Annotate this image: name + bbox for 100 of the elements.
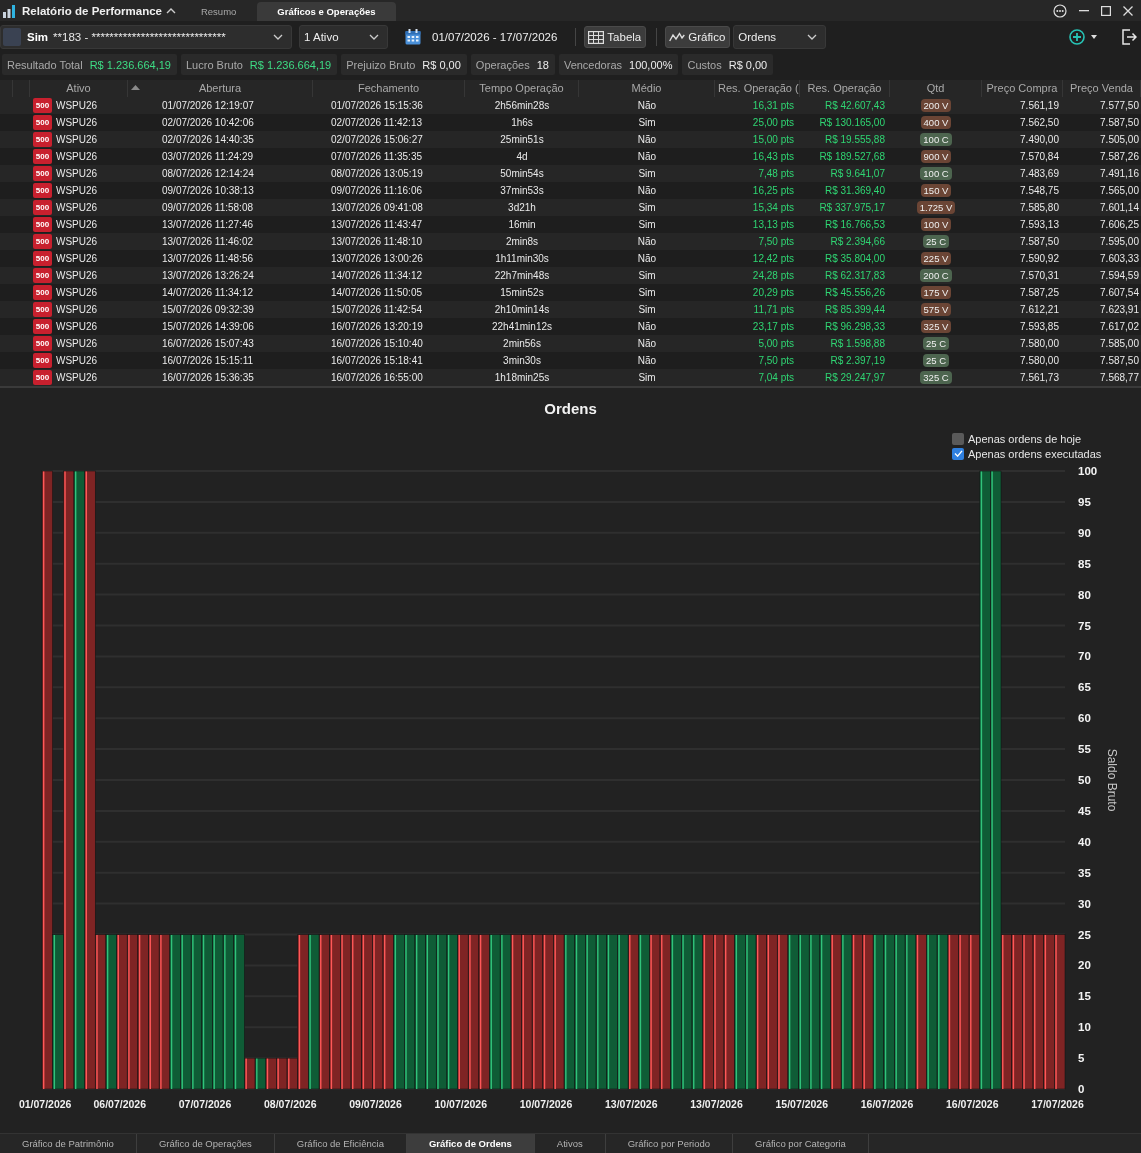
minimize-icon[interactable] — [1079, 9, 1089, 12]
table-row[interactable]: 500 WSPU26 15/07/2026 09:32:39 15/07/2026 11:42:54 2h10min14s Sim 11,71 pts R$ 85.399,44 575 V 7.612,21 7.623,91 — [0, 301, 1141, 318]
table-row[interactable]: 500 WSPU26 02/07/2026 14:40:35 02/07/2026 15:06:27 25min51s Não 15,00 pts R$ 19.555,88 100 C 7.490,00 7.505,00 — [0, 131, 1141, 148]
table-cell: 7.623,91 — [1100, 304, 1139, 315]
table-cell: 14/07/2026 11:50:05 — [331, 287, 422, 298]
table-cell: 13/07/2026 09:41:08 — [331, 202, 423, 213]
y-tick-label: 25 — [1078, 928, 1091, 941]
table-cell: Sim — [638, 304, 656, 315]
asset-select[interactable]: 1 Ativo — [299, 25, 388, 49]
table-cell: 1h6s — [511, 117, 533, 128]
line-chart-icon — [669, 32, 686, 42]
table-cell: 13/07/2026 11:46:02 — [162, 236, 253, 247]
table-cell: 15,00 pts — [752, 134, 794, 145]
tab[interactable]: Gráfico de Operações — [136, 1134, 275, 1153]
table-cell: 02/07/2026 10:42:06 — [162, 117, 254, 128]
x-tick-label: 15/07/2026 — [775, 1098, 829, 1110]
tab[interactable]: Ativos — [534, 1134, 606, 1153]
table-cell: 23,17 pts — [752, 321, 794, 332]
view-toggle-button[interactable]: Tabela — [584, 26, 647, 48]
table-cell: Não — [637, 151, 657, 162]
table-cell: WSPU26 — [56, 355, 98, 366]
y-tick-label: 100 — [1078, 465, 1098, 477]
maximize-icon[interactable] — [1101, 5, 1111, 16]
table-row[interactable]: 500 WSPU26 01/07/2026 12:19:07 01/07/2026 15:15:36 2h56min28s Não 16,31 pts R$ 42.607,43 200 V 7.561,19 7.577,50 — [0, 97, 1141, 114]
table-cell: 20,29 pts — [752, 287, 794, 298]
table-cell: R$ 62.317,83 — [824, 270, 885, 281]
table-cell: 7,04 pts — [758, 372, 794, 383]
quantity-badge: 575 V — [920, 303, 952, 316]
y-tick-label: 20 — [1078, 959, 1091, 972]
table-cell: 7.568,77 — [1100, 372, 1139, 383]
table-cell: 2h56min28s — [494, 100, 550, 111]
chart-type-select[interactable]: Ordens — [733, 25, 827, 49]
table-row[interactable]: 500 WSPU26 16/07/2026 15:07:43 16/07/2026 15:10:40 2min56s Não 5,00 pts R$ 1.598,88 25 C 7.580,00 7.585,00 — [0, 335, 1141, 352]
x-tick-label: 13/07/2026 — [605, 1098, 658, 1110]
table-row[interactable]: 500 WSPU26 08/07/2026 12:14:24 08/07/2026 13:05:19 50min54s Sim 7,48 pts R$ 9.641,07 100 C 7.483,69 7.491,16 — [0, 165, 1141, 182]
account-select[interactable]: Sim **183 - ****************************** — [0, 25, 292, 49]
table-row[interactable]: 500 WSPU26 09/07/2026 11:58:08 13/07/2026 09:41:08 3d21h Sim 15,34 pts R$ 337.975,17 1.725 V 7.585,80 7.601,14 — [0, 199, 1141, 216]
table-cell: 7.587,25 — [1020, 287, 1059, 298]
filter-checkbox[interactable]: Apenas ordens de hoje — [952, 431, 1082, 446]
stat-label: Vencedoras — [563, 58, 622, 71]
index-badge: 500 — [33, 115, 52, 130]
table-cell: 2min56s — [503, 338, 541, 349]
more-icon[interactable] — [1053, 3, 1067, 18]
tab[interactable]: Resumo — [183, 2, 254, 21]
tab[interactable]: Gráfico de Eficiência — [274, 1134, 407, 1153]
tab[interactable]: Gráficos e Operações — [257, 2, 396, 21]
table-cell: 7.585,80 — [1020, 202, 1059, 213]
table-cell: 1h11min30s — [495, 253, 549, 264]
table-row[interactable]: 500 WSPU26 13/07/2026 11:46:02 13/07/2026 11:48:10 2min8s Não 7,50 pts R$ 2.394,66 25 C 7.587,50 7.595,00 — [0, 233, 1141, 250]
index-badge: 500 — [33, 98, 52, 113]
table-cell: Sim — [638, 219, 656, 230]
table-cell: 16/07/2026 15:07:43 — [162, 338, 254, 349]
quantity-badge: 100 C — [920, 133, 952, 146]
close-icon[interactable] — [1123, 5, 1133, 16]
caret-down-icon[interactable] — [1091, 35, 1097, 39]
table-cell: WSPU26 — [56, 287, 98, 298]
logout-icon[interactable] — [1121, 29, 1137, 45]
table-cell: Não — [637, 355, 657, 366]
table-cell: 16/07/2026 13:20:19 — [331, 321, 423, 332]
table-cell: 16,31 pts — [752, 100, 794, 111]
filter-checkbox[interactable]: Apenas ordens executadas — [952, 446, 1102, 461]
table-cell: 13/07/2026 11:27:46 — [162, 219, 253, 230]
table-cell: 5,00 pts — [758, 338, 794, 349]
table-cell: Sim — [638, 202, 656, 213]
table-row[interactable]: 500 WSPU26 16/07/2026 15:36:35 16/07/2026 16:55:00 1h18min25s Sim 7,04 pts R$ 29.247,97 325 C 7.561,73 7.568,77 — [0, 369, 1141, 386]
index-badge: 500 — [33, 149, 52, 164]
window-title: Relatório de Performance — [22, 4, 162, 17]
table-cell: 7.606,25 — [1100, 219, 1139, 230]
tab[interactable]: Gráfico por Periodo — [605, 1134, 734, 1153]
table-cell: WSPU26 — [56, 134, 98, 145]
tab[interactable]: Gráfico de Patrimônio — [0, 1134, 137, 1153]
stat-value: R$ 0,00 — [728, 58, 768, 71]
table-cell: Sim — [638, 287, 656, 298]
x-tick-label: 13/07/2026 — [690, 1098, 743, 1110]
table-row[interactable]: 500 WSPU26 13/07/2026 13:26:24 14/07/2026 11:34:12 22h7min48s Sim 24,28 pts R$ 62.317,83 200 C 7.570,31 7.594,59 — [0, 267, 1141, 284]
table-cell: R$ 337.975,17 — [819, 202, 885, 213]
tab[interactable]: Gráfico de Ordens — [406, 1134, 535, 1153]
index-badge: 500 — [33, 200, 52, 215]
y-tick-label: 75 — [1078, 619, 1091, 632]
view-toggle-button[interactable]: Gráfico — [665, 26, 731, 48]
account-avatar — [3, 28, 21, 46]
table-cell: 7.595,00 — [1100, 236, 1139, 247]
table-cell: 7.590,92 — [1020, 253, 1059, 264]
table-cell: 24,28 pts — [752, 270, 794, 281]
quantity-badge: 150 V — [920, 184, 952, 197]
table-cell: 16/07/2026 15:15:11 — [162, 355, 253, 366]
stat-value: R$ 1.236.664,19 — [249, 58, 332, 71]
table-cell: 37min53s — [500, 185, 544, 196]
date-range[interactable]: 01/07/2026 - 17/07/2026 — [432, 31, 558, 43]
add-circle-icon[interactable] — [1069, 29, 1085, 45]
table-cell: WSPU26 — [56, 253, 98, 264]
stat-label: Resultado Total — [7, 58, 83, 71]
table-cell: 7.587,50 — [1020, 236, 1059, 247]
table-cell: 7.603,33 — [1100, 253, 1139, 264]
table-cell: WSPU26 — [56, 168, 98, 179]
calendar-icon[interactable] — [405, 29, 421, 45]
table-cell: 15,34 pts — [752, 202, 794, 213]
caret-up-icon[interactable] — [165, 7, 176, 14]
tab[interactable]: Gráfico por Categoria — [733, 1134, 869, 1153]
table-cell: R$ 2.394,66 — [830, 236, 885, 247]
